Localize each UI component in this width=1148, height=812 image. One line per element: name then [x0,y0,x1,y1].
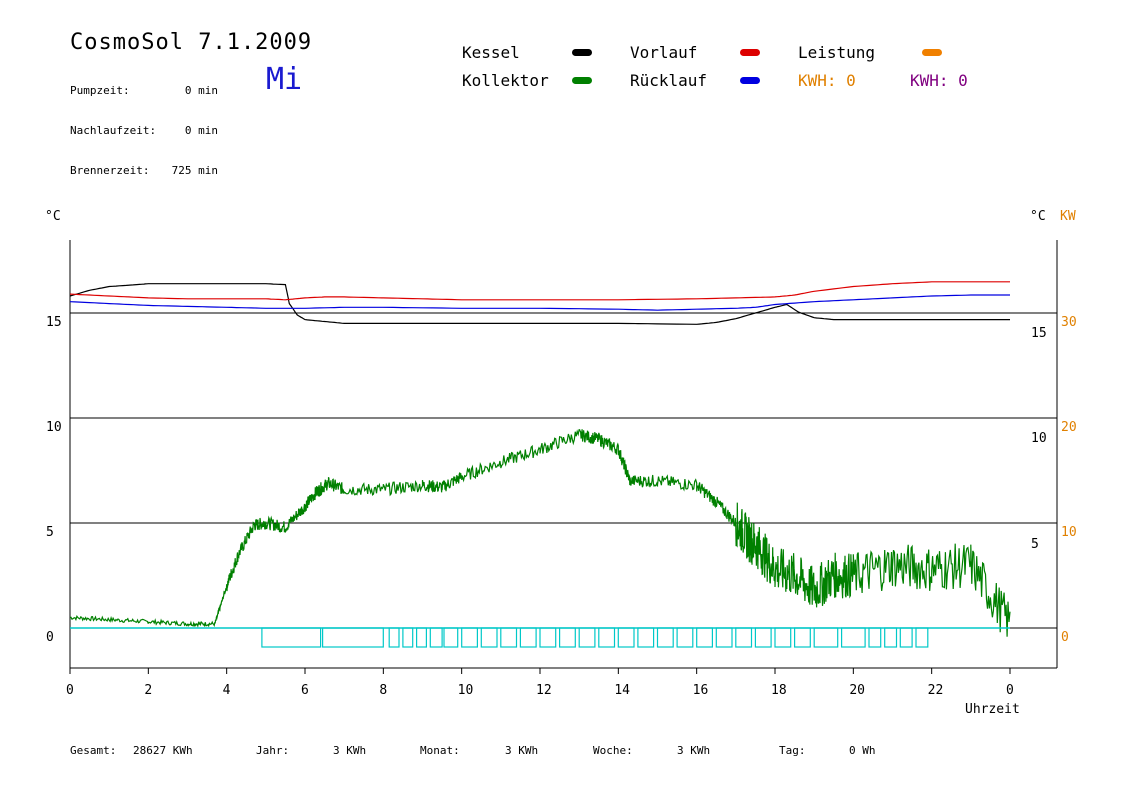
pump-bar-8 [480,627,498,648]
x-tick-label-8: 16 [693,683,709,698]
chart-series [69,281,1011,637]
pump-bar-22 [754,627,772,648]
x-tick-label-3: 6 [301,683,309,698]
pump-bar-14 [598,627,616,648]
right-tick-label-0: 15 [1031,326,1047,341]
right2-tick-label-1: 20 [1061,420,1077,435]
left-tick-label-1: 10 [46,420,62,435]
pump-bar-13 [578,627,596,648]
x-tick-label-9: 18 [771,683,787,698]
x-tick-label-4: 8 [379,683,387,698]
x-tick-label-0: 0 [66,683,74,698]
x-axis-title: Uhrzeit [965,702,1020,717]
chart-canvas: 15 10 5 0 15 10 5 30 20 10 0 0 2 4 6 8 10 12 14 16 18 20 22 0 [46,240,1077,698]
chart-frame [69,240,1058,669]
pump-bar-9 [500,627,518,648]
right-unit-label: °C [1030,209,1046,224]
footer-tag-label: Tag: [779,744,806,757]
x-tick-label-1: 2 [144,683,152,698]
x-tick-label-6: 12 [536,683,552,698]
series-line-kollektor [69,429,1011,637]
x-tick-label-5: 10 [458,683,474,698]
chart-pump-bars [70,627,1010,648]
footer-gesamt-label: Gesamt: [70,744,117,757]
pump-bar-29 [899,627,913,648]
left-tick-label-3: 0 [46,630,54,645]
pump-bar-20 [715,627,733,648]
chart-ticks: 15 10 5 0 15 10 5 30 20 10 0 0 2 4 6 8 10 12 14 16 18 20 22 0 [46,315,1077,698]
x-tick-label-11: 22 [928,683,944,698]
pump-bar-26 [840,627,866,648]
series-line-kessel [69,283,1010,325]
series-line-vorlauf [69,281,1010,301]
right2-tick-label-0: 30 [1061,315,1077,330]
footer-tag-value: 0 Wh [849,744,876,757]
pump-bar-27 [868,627,882,648]
pump-bar-3 [402,627,414,648]
x-tick-label-7: 14 [614,683,630,698]
pump-bar-2 [388,627,400,648]
pump-bar-1 [322,627,384,648]
x-tick-label-10: 20 [849,683,865,698]
right2-tick-label-3: 0 [1061,630,1069,645]
pump-bar-7 [461,627,479,648]
x-tick-label-12: 0 [1006,683,1014,698]
pump-bar-11 [539,627,557,648]
right-tick-label-1: 10 [1031,431,1047,446]
pump-bar-5 [429,627,443,648]
series-line-rcklauf [69,294,1010,311]
pump-bar-12 [558,627,576,648]
pump-bar-17 [656,627,674,648]
left-unit-label: °C [45,209,61,224]
right-tick-label-2: 5 [1031,537,1039,552]
pump-bar-30 [915,627,929,648]
x-tick-label-2: 4 [223,683,231,698]
footer-monat-value: 3 KWh [505,744,539,757]
pump-bar-4 [416,627,428,648]
footer-monat-label: Monat: [420,744,460,757]
pump-bar-24 [793,627,811,648]
pump-bar-19 [696,627,714,648]
pump-bar-28 [884,627,898,648]
pump-bar-18 [676,627,694,648]
pump-bar-15 [617,627,635,648]
pump-bar-23 [774,627,792,648]
pump-bar-21 [735,627,753,648]
footer-jahr-value: 3 KWh [333,744,367,757]
right-unit2-label: KW [1060,209,1076,224]
pump-bar-25 [813,627,839,648]
pump-bar-10 [519,627,537,648]
pump-bar-0 [261,627,322,648]
left-tick-label-0: 15 [46,315,62,330]
footer-jahr-label: Jahr: [256,744,290,757]
pump-bar-16 [637,627,655,648]
right2-tick-label-2: 10 [1061,525,1077,540]
footer-woche-label: Woche: [593,744,633,757]
chart-gridlines [70,312,1057,629]
footer-gesamt-value: 28627 KWh [133,744,193,757]
left-tick-label-2: 5 [46,525,54,540]
footer-woche-value: 3 KWh [677,744,711,757]
pump-bar-6 [443,627,459,648]
